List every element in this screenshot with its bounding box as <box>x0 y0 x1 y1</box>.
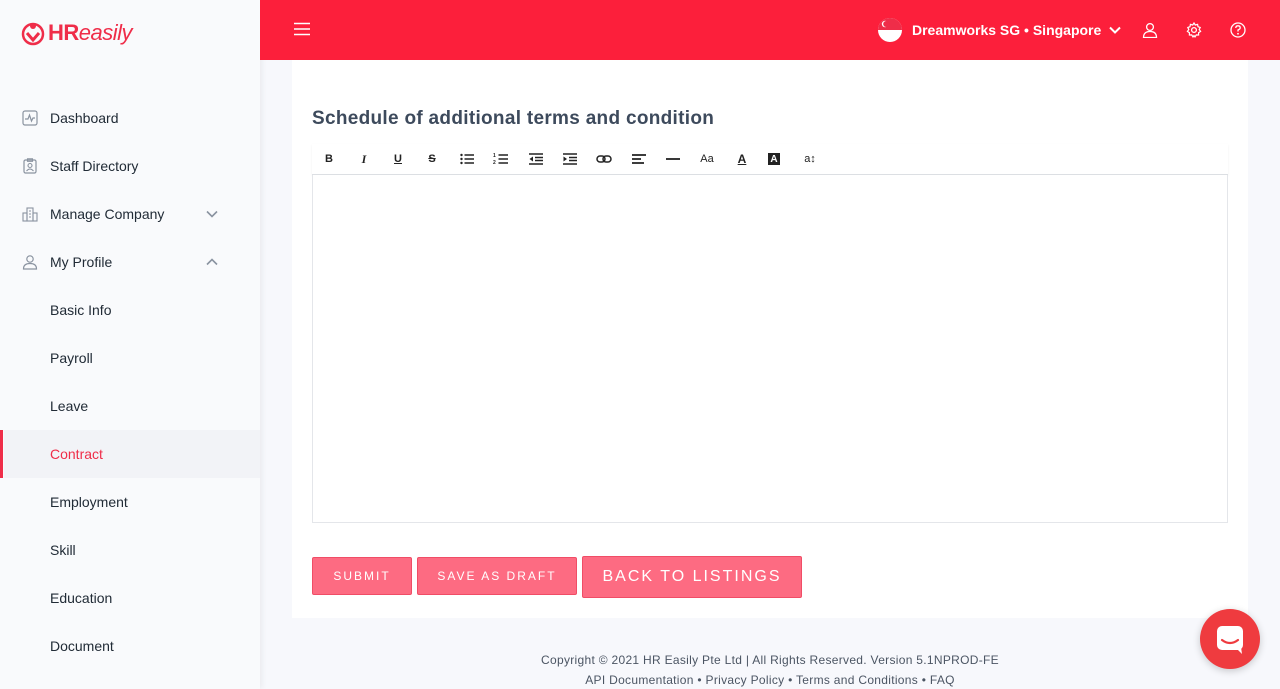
sidebar-item-label: Contract <box>50 446 103 462</box>
footer-copyright: Copyright © 2021 HR Easily Pte Ltd | All… <box>541 653 999 667</box>
chevron-down-icon[interactable] <box>206 208 218 220</box>
footer-separator: • <box>697 673 702 687</box>
sidebar-item-basic-info[interactable]: Basic Info <box>4 286 260 334</box>
indent-icon[interactable] <box>562 151 578 167</box>
user-profile-icon[interactable] <box>1142 22 1158 38</box>
sidebar-item-label: Skill <box>50 542 76 558</box>
sidebar-item-label: Manage Company <box>50 206 165 222</box>
sidebar-item-label: Document <box>50 638 114 654</box>
sidebar-item-label: Education <box>50 590 113 606</box>
section-title: Schedule of additional terms and conditi… <box>312 108 715 129</box>
help-icon[interactable] <box>1230 22 1246 38</box>
sidebar-item-staff-directory[interactable]: Staff Directory <box>4 142 260 190</box>
submit-button[interactable]: SUBMIT <box>312 557 412 595</box>
gear-icon[interactable] <box>1186 22 1202 38</box>
align-left-icon[interactable] <box>631 151 647 167</box>
horizontal-rule-icon[interactable] <box>665 151 681 167</box>
link-icon[interactable] <box>596 151 612 167</box>
outdent-icon[interactable] <box>528 151 544 167</box>
bold-button[interactable]: B <box>321 151 337 167</box>
sidebar-item-label: My Profile <box>50 254 113 270</box>
hamburger-menu-icon[interactable] <box>294 22 310 36</box>
font-color-button[interactable]: A <box>734 151 750 167</box>
user-icon <box>22 255 38 270</box>
building-icon <box>22 207 38 222</box>
editor-toolbar: B I U S 1 2 Aa A A a↕ <box>312 144 1228 175</box>
company-label: Dreamworks SG • Singapore <box>912 22 1102 38</box>
logo-icon <box>21 22 45 46</box>
footer-separator: • <box>921 673 927 687</box>
faq-link[interactable]: FAQ <box>930 673 955 687</box>
contract-form-card: Schedule of additional terms and conditi… <box>292 60 1248 618</box>
sidebar-item-label: Payroll <box>50 350 93 366</box>
sidebar-item-label: Dashboard <box>50 110 119 126</box>
sidebar-item-document[interactable]: Document <box>4 622 260 670</box>
top-bar: Dreamworks SG • Singapore <box>260 0 1280 60</box>
sidebar-item-leave[interactable]: Leave <box>4 382 260 430</box>
sidebar-item-employment[interactable]: Employment <box>4 478 260 526</box>
underline-button[interactable]: U <box>390 151 406 167</box>
privacy-policy-link[interactable]: Privacy Policy <box>706 673 785 687</box>
bulleted-list-icon[interactable] <box>459 151 475 167</box>
sidebar-item-label: Employment <box>50 494 128 510</box>
chevron-up-icon[interactable] <box>206 256 218 268</box>
chevron-down-icon <box>1109 26 1122 34</box>
sidebar-item-payroll[interactable]: Payroll <box>4 334 260 382</box>
terms-editor[interactable] <box>312 175 1228 523</box>
sidebar: HReasily Dashboard Staff Directory Manag… <box>0 0 260 689</box>
chat-icon <box>1217 626 1243 654</box>
highlight-color-button[interactable]: A <box>768 153 780 165</box>
sidebar-nav: Dashboard Staff Directory Manage Company <box>0 94 260 670</box>
api-documentation-link[interactable]: API Documentation <box>585 673 694 687</box>
sidebar-item-my-profile[interactable]: My Profile <box>4 238 260 286</box>
activity-icon <box>22 110 38 126</box>
singapore-flag-icon <box>878 18 902 42</box>
sidebar-item-skill[interactable]: Skill <box>4 526 260 574</box>
id-badge-icon <box>23 158 37 174</box>
strikethrough-button[interactable]: S <box>424 151 440 167</box>
sidebar-item-dashboard[interactable]: Dashboard <box>4 94 260 142</box>
font-size-button[interactable]: Aa <box>699 151 715 167</box>
sidebar-item-manage-company[interactable]: Manage Company <box>4 190 260 238</box>
save-as-draft-button[interactable]: SAVE AS DRAFT <box>417 557 577 595</box>
back-to-listings-button[interactable]: BACK TO LISTINGS <box>582 556 802 598</box>
sidebar-item-label: Leave <box>50 398 89 414</box>
footer-links: API Documentation • Privacy Policy • Ter… <box>260 673 1280 687</box>
sidebar-item-label: Staff Directory <box>50 158 139 174</box>
footer-separator: • <box>788 673 793 687</box>
hreasily-logo[interactable]: HReasily <box>20 18 133 48</box>
sidebar-item-label: Basic Info <box>50 302 112 318</box>
line-height-button[interactable]: a↕ <box>802 151 818 167</box>
chat-launcher-button[interactable] <box>1200 609 1260 669</box>
sidebar-item-contract[interactable]: Contract <box>0 430 260 478</box>
svg-text:1: 1 <box>493 153 496 159</box>
svg-text:2: 2 <box>493 160 496 166</box>
terms-and-conditions-link[interactable]: Terms and Conditions <box>796 673 918 687</box>
numbered-list-icon[interactable]: 1 2 <box>493 151 509 167</box>
company-switcher[interactable]: Dreamworks SG • Singapore <box>878 18 1122 42</box>
italic-button[interactable]: I <box>356 151 372 167</box>
sidebar-item-education[interactable]: Education <box>4 574 260 622</box>
